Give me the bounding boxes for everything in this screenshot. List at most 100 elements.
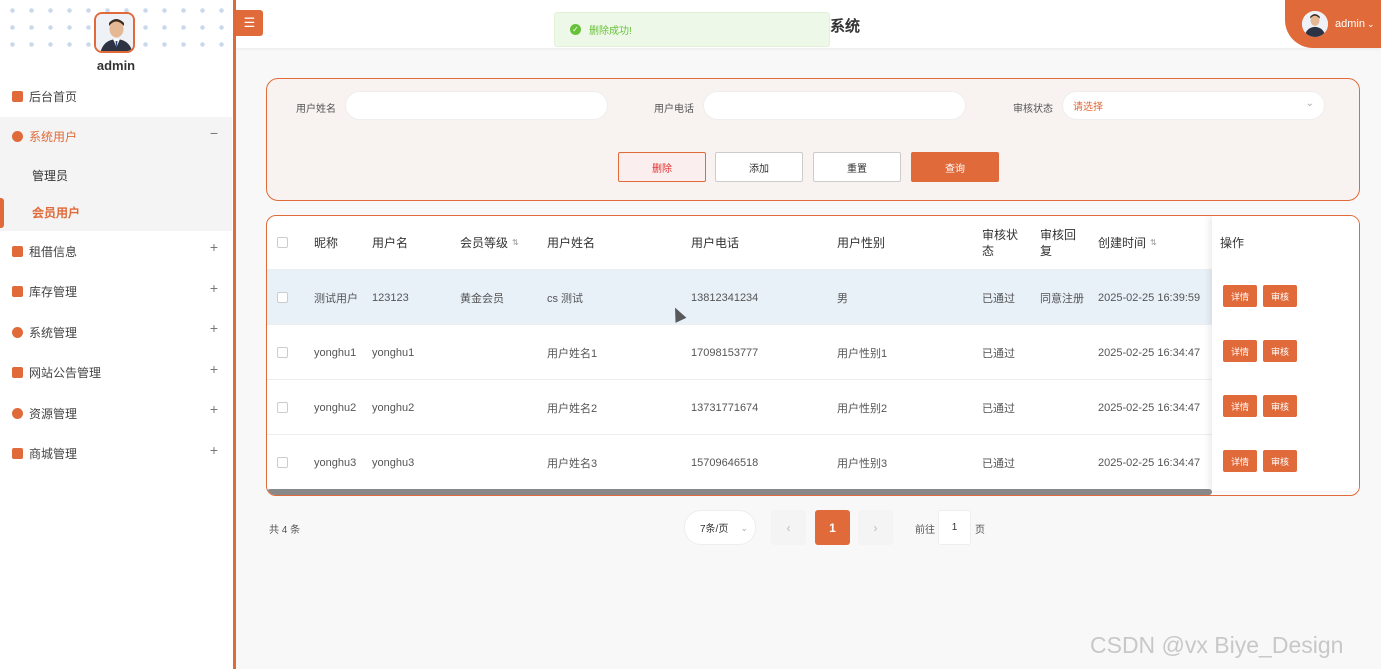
page-number-button[interactable]: 1	[815, 510, 850, 545]
sidebar-item-system-users[interactable]: 系统用户 −	[0, 116, 232, 157]
expand-icon[interactable]: +	[210, 442, 218, 458]
table-row[interactable]: yonghu2 yonghu2 用户姓名2 13731771674 用户性别2 …	[267, 379, 1359, 434]
table-row[interactable]: yonghu1 yonghu1 用户姓名1 17098153777 用户性别1 …	[267, 324, 1359, 379]
cell-gender: 男	[837, 292, 848, 305]
cell-nickname: yonghu1	[314, 346, 357, 359]
document-icon	[12, 367, 23, 379]
cell-username: yonghu3	[372, 456, 415, 469]
expand-icon[interactable]: +	[210, 320, 218, 336]
horizontal-scrollbar[interactable]	[267, 489, 1212, 495]
sidebar-item-home[interactable]: 后台首页	[0, 76, 232, 117]
sidebar-item-rental[interactable]: 租借信息 +	[0, 231, 232, 272]
avatar-portrait-icon	[1302, 11, 1328, 37]
detail-button[interactable]: 详情	[1223, 395, 1257, 417]
col-username: 用户名	[372, 235, 409, 250]
sidebar-username: admin	[96, 58, 136, 73]
sidebar-item-system-manage[interactable]: 系统管理 +	[0, 312, 232, 353]
user-menu[interactable]: admin ⌄	[1285, 0, 1381, 48]
sidebar-item-shop[interactable]: 商城管理 +	[0, 434, 232, 475]
review-button[interactable]: 审核	[1263, 340, 1297, 362]
cell-level: 黄金会员	[460, 292, 504, 305]
select-all-checkbox[interactable]	[277, 237, 288, 248]
reset-button[interactable]: 重置	[813, 152, 901, 182]
sidebar-item-inventory[interactable]: 库存管理 +	[0, 272, 232, 313]
query-button[interactable]: 查询	[911, 152, 999, 182]
sidebar-item-resources[interactable]: 资源管理 +	[0, 393, 232, 434]
sidebar: admin 后台首页 系统用户 − 管理员 会员用户 租借信息 + 库存管理 +…	[0, 0, 236, 669]
sidebar-subitem-members[interactable]: 会员用户	[0, 194, 232, 231]
name-input[interactable]	[345, 91, 608, 120]
gear-icon	[12, 326, 23, 338]
sidebar-item-announcements[interactable]: 网站公告管理 +	[0, 353, 232, 394]
cell-created: 2025-02-25 16:34:47	[1098, 401, 1201, 414]
status-select[interactable]: 请选择 ⌄	[1062, 91, 1325, 120]
page-size-select[interactable]: 7条/页 ⌄	[684, 510, 756, 545]
row-checkbox[interactable]	[277, 402, 288, 413]
cell-created: 2025-02-25 16:39:59	[1098, 291, 1201, 304]
phone-input[interactable]	[703, 91, 966, 120]
review-button[interactable]: 审核	[1263, 450, 1297, 472]
col-level-label: 会员等级	[460, 235, 509, 250]
sidebar-subitem-admins[interactable]: 管理员	[0, 157, 232, 194]
cell-username: 123123	[372, 291, 409, 304]
toast-message: 删除成功!	[589, 26, 632, 37]
success-toast: ✓ 删除成功!	[554, 12, 830, 47]
col-reply: 审核回复	[1040, 227, 1077, 258]
review-button[interactable]: 审核	[1263, 285, 1297, 307]
goto-page-input[interactable]: 1	[938, 510, 971, 545]
expand-icon[interactable]: +	[210, 239, 218, 255]
cell-gender: 用户性别3	[837, 457, 888, 470]
operations-column: 操作 详情 审核 详情 审核 详情 审核 详情 审核	[1212, 216, 1359, 491]
grid-icon	[12, 245, 23, 257]
cell-nickname: yonghu3	[314, 456, 357, 469]
row-checkbox[interactable]	[277, 292, 288, 303]
table-row[interactable]: 测试用户 123123 黄金会员 cs 测试 13812341234 男 已通过…	[267, 269, 1359, 324]
status-placeholder: 请选择	[1073, 102, 1103, 113]
cell-status: 已通过	[982, 402, 1015, 415]
database-icon	[12, 407, 23, 419]
delete-button[interactable]: 删除	[618, 152, 706, 182]
sort-icon[interactable]: ⇅	[1150, 235, 1157, 251]
sidebar-item-label: 资源管理	[29, 406, 78, 421]
sidebar-item-label: 库存管理	[29, 285, 78, 300]
chevron-left-icon: ‹	[786, 520, 791, 535]
add-button[interactable]: 添加	[715, 152, 803, 182]
avatar	[1302, 11, 1328, 37]
cell-phone: 15709646518	[691, 456, 759, 469]
collapse-icon[interactable]: −	[210, 125, 218, 141]
cell-phone: 13812341234	[691, 291, 759, 304]
sidebar-item-label: 系统管理	[29, 325, 78, 340]
avatar-portrait-icon	[96, 14, 133, 51]
sidebar-menu: 后台首页 系统用户 − 管理员 会员用户 租借信息 + 库存管理 + 系统管理 …	[0, 76, 232, 474]
total-count: 共 4 条	[269, 525, 301, 536]
row-checkbox[interactable]	[277, 457, 288, 468]
row-checkbox[interactable]	[277, 347, 288, 358]
review-button[interactable]: 审核	[1263, 395, 1297, 417]
goto-suffix: 页	[975, 525, 985, 536]
detail-button[interactable]: 详情	[1223, 285, 1257, 307]
cell-created: 2025-02-25 16:34:47	[1098, 346, 1201, 359]
detail-button[interactable]: 详情	[1223, 340, 1257, 362]
detail-button[interactable]: 详情	[1223, 450, 1257, 472]
col-created[interactable]: 创建时间 ⇅	[1098, 216, 1157, 269]
menu-toggle-button[interactable]: ☰	[236, 10, 263, 36]
status-label: 审核状态	[1013, 104, 1053, 115]
expand-icon[interactable]: +	[210, 401, 218, 417]
cell-status: 已通过	[982, 292, 1015, 305]
expand-icon[interactable]: +	[210, 361, 218, 377]
table-row[interactable]: yonghu3 yonghu3 用户姓名3 15709646518 用户性别3 …	[267, 434, 1359, 489]
check-circle-icon: ✓	[570, 24, 581, 35]
expand-icon[interactable]: +	[210, 280, 218, 296]
user-menu-label: admin	[1335, 18, 1365, 30]
sort-icon[interactable]: ⇅	[512, 235, 519, 251]
col-level[interactable]: 会员等级 ⇅	[460, 216, 519, 269]
avatar[interactable]	[94, 12, 135, 53]
page-title: 系统	[830, 18, 861, 35]
sidebar-item-label: 系统用户	[29, 130, 78, 145]
prev-page-button[interactable]: ‹	[771, 510, 806, 545]
cell-name: 用户姓名3	[547, 457, 598, 470]
next-page-button[interactable]: ›	[858, 510, 893, 545]
sidebar-item-label: 后台首页	[29, 89, 78, 104]
home-icon	[12, 90, 23, 102]
page-size-value: 7条/页	[700, 524, 729, 535]
